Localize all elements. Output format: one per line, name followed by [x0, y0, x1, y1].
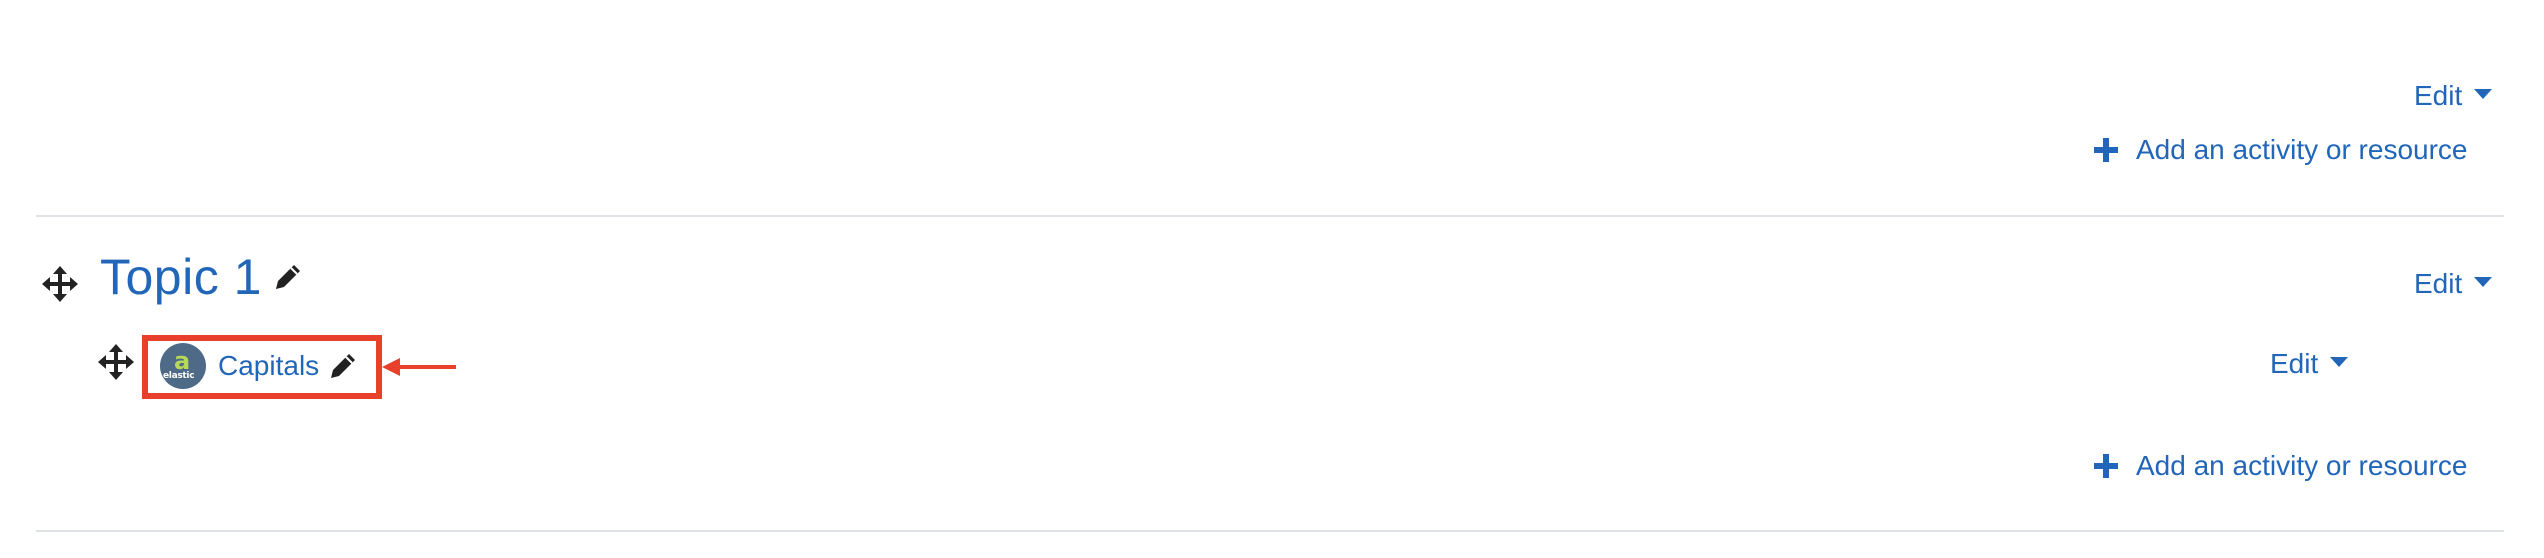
caret-down-icon — [2474, 277, 2493, 287]
section-0-edit-menu[interactable]: Edit — [2414, 80, 2493, 112]
arrow-left-icon — [382, 358, 456, 376]
plus-icon — [2094, 138, 2118, 162]
plus-icon — [2094, 454, 2118, 478]
section-move-icon[interactable] — [42, 266, 78, 302]
edit-label: Edit — [2414, 268, 2463, 299]
pencil-icon[interactable] — [274, 263, 302, 291]
caret-down-icon — [2330, 357, 2349, 367]
activity-elastic-icon: a elastic — [160, 343, 206, 389]
activity-move-icon[interactable] — [98, 344, 134, 380]
activity-icon-text: elastic — [163, 371, 195, 381]
section-0-add-activity-link[interactable]: Add an activity or resource — [2094, 134, 2468, 166]
section-title-text[interactable]: Topic 1 — [100, 248, 262, 306]
activity-edit-menu[interactable]: Edit — [2270, 348, 2349, 380]
section-divider — [36, 215, 2504, 217]
edit-label: Edit — [2270, 348, 2319, 379]
section-title[interactable]: Topic 1 — [100, 248, 302, 306]
caret-down-icon — [2474, 89, 2493, 99]
section-1-add-activity-link[interactable]: Add an activity or resource — [2094, 450, 2468, 482]
section-1-edit-menu[interactable]: Edit — [2414, 268, 2493, 300]
edit-label: Edit — [2414, 80, 2463, 111]
section-divider — [36, 530, 2504, 532]
activity-name[interactable]: Capitals — [218, 350, 319, 382]
add-activity-label: Add an activity or resource — [2136, 134, 2468, 165]
add-activity-label: Add an activity or resource — [2136, 450, 2468, 481]
course-page: Edit Add an activity or resource Topic 1… — [0, 0, 2544, 558]
activity-item[interactable]: a elastic Capitals — [160, 343, 357, 389]
pencil-icon[interactable] — [329, 352, 357, 380]
